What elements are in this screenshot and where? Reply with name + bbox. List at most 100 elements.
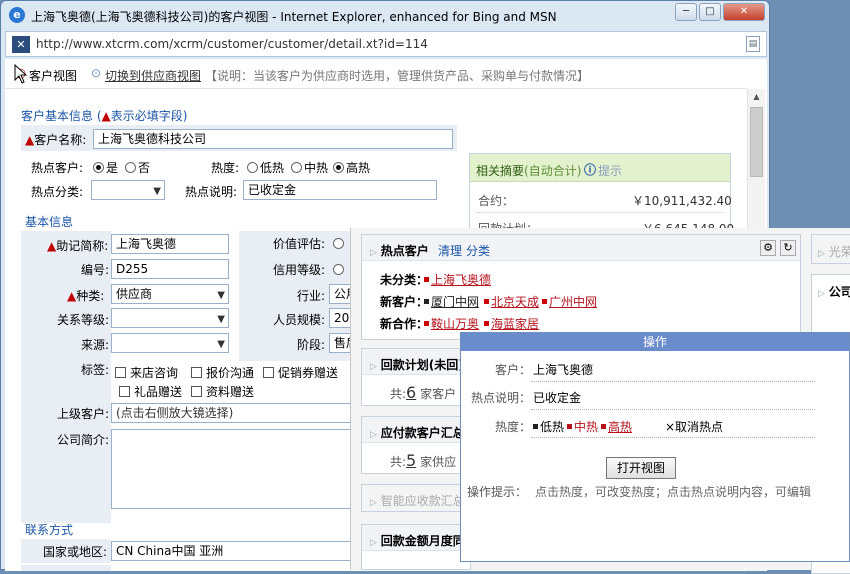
- smart-panel-title: ▷ 智能应收款汇总: [370, 494, 465, 508]
- value-label: 价值评估:: [273, 237, 326, 251]
- abbr-input[interactable]: 上海飞奥德: [111, 234, 229, 254]
- month-panel: ▷ 回款金额月度同: [361, 524, 471, 570]
- compat-view-icon[interactable]: ▤: [746, 36, 760, 52]
- dialog-hint-text: 点击热度，可改变热度；点击热点说明内容，可编辑: [535, 485, 812, 499]
- basic-section-text: 客户基本信息: [21, 109, 94, 123]
- customer-view-label[interactable]: 客户视图: [29, 67, 77, 84]
- staff-label: 人员规模:: [273, 313, 326, 327]
- tag-checkbox-4[interactable]: 礼品赠送: [119, 383, 182, 400]
- type-label: ▲种类:: [67, 289, 105, 303]
- newcust-item-2[interactable]: 北京天成: [484, 293, 539, 310]
- tags-label: 标签:: [81, 363, 110, 377]
- heat-low-radio[interactable]: 低热: [247, 159, 284, 176]
- customer-name-input[interactable]: 上海飞奥德科技公司: [93, 129, 453, 149]
- switch-hint: 【说明：当该客户为供应商时选用，管理供货产品、采购单与付款情况】: [205, 69, 590, 83]
- heat-low-option[interactable]: 低热: [533, 418, 564, 435]
- contract-label: 合约：: [478, 194, 515, 208]
- intro-textarea[interactable]: [111, 429, 363, 509]
- close-button[interactable]: ✕: [723, 3, 765, 21]
- contract-value: ￥10,911,432.40: [632, 194, 732, 208]
- credit-radio[interactable]: [333, 263, 346, 277]
- summary-title: 相关摘要(自动合计): [476, 164, 582, 178]
- minimize-button[interactable]: ─: [675, 3, 697, 21]
- abbr-label: ▲助记简称:: [47, 239, 109, 253]
- scroll-up-icon[interactable]: ▲: [748, 89, 765, 105]
- tip-link[interactable]: 提示: [598, 162, 622, 179]
- heat-label: 热度:: [211, 161, 240, 175]
- dialog-title[interactable]: 操作: [461, 333, 849, 351]
- operation-dialog: 操作 客户： 上海飞奥德 热点说明： 已收定金 热度： 低热 中热 高热 ×取消…: [460, 332, 850, 562]
- tag-checkbox-2[interactable]: 报价沟通: [191, 364, 254, 381]
- payable-panel-title: ▷ 应付款客户汇总: [370, 426, 465, 440]
- tag-checkbox-3[interactable]: 促销券赠送: [263, 364, 338, 381]
- switch-supplier-link[interactable]: 切换到供应商视图: [105, 67, 201, 84]
- payable-panel: ▷ 应付款客户汇总 共:5 家供应: [361, 416, 471, 474]
- cancel-hot-link[interactable]: ×取消热点: [665, 418, 723, 435]
- uncat-item[interactable]: 上海飞奥德: [424, 271, 491, 288]
- tag-checkbox-5[interactable]: 资料赠送: [191, 383, 254, 400]
- url-text[interactable]: http://www.xtcrm.com/xcrm/customer/custo…: [36, 37, 428, 51]
- type-select[interactable]: 供应商 ▼: [111, 284, 229, 304]
- heat-high-option[interactable]: 高热: [601, 418, 632, 435]
- parent-label: 上级客户:: [57, 407, 110, 421]
- dialog-desc-value[interactable]: 已收定金: [533, 389, 581, 406]
- hot-clear-link[interactable]: 清理: [438, 242, 462, 259]
- window-title: 上海飞奥德(上海飞奥德科技公司)的客户视图 - Internet Explore…: [31, 10, 557, 24]
- open-view-button[interactable]: 打开视图: [606, 457, 676, 479]
- hot-category-label: 热点分类:: [31, 185, 84, 199]
- newcust-label: 新客户：: [380, 295, 429, 309]
- info-section-title: 基本信息: [25, 215, 74, 229]
- intro-label: 公司简介:: [57, 433, 110, 447]
- industry-label: 行业:: [297, 289, 326, 303]
- hot-yes-radio[interactable]: 是: [93, 159, 118, 176]
- newcust-item-3[interactable]: 广州中网: [542, 293, 597, 310]
- title-bar[interactable]: e 上海飞奥德(上海飞奥德科技公司)的客户视图 - Internet Explo…: [1, 1, 769, 29]
- mouse-cursor-icon: [14, 64, 28, 84]
- divider-2: [531, 409, 815, 410]
- newcoop-item-2[interactable]: 海蓝家居: [484, 315, 539, 332]
- dialog-customer-value: 上海飞奥德: [533, 363, 594, 377]
- source-select[interactable]: ▼: [111, 333, 229, 353]
- hot-group-link[interactable]: 分类: [466, 242, 490, 259]
- relation-label: 关系等级:: [57, 313, 110, 327]
- right-strip-top-title: ▷ 光荣: [818, 245, 850, 259]
- plan-count-text: 共:6 家客户: [390, 383, 457, 402]
- switch-icon: ⊙: [91, 66, 102, 80]
- plan-panel-title: ▷ 回款计划(未回): [370, 358, 464, 372]
- view-toolbar: ◐ 客户视图 ⊙ 切换到供应商视图 【说明：当该客户为供应商时选用，管理供货产品…: [5, 59, 747, 89]
- heat-mid-radio[interactable]: 中热: [291, 159, 328, 176]
- uncat-label: 未分类：: [380, 273, 429, 287]
- newcoop-label: 新合作：: [380, 317, 429, 331]
- code-label: 编号:: [81, 263, 110, 277]
- country-input[interactable]: CN China中国 亚洲: [111, 541, 363, 561]
- relation-select[interactable]: ▼: [111, 308, 229, 328]
- right-strip-top: ▷ 光荣: [811, 234, 850, 264]
- source-label: 来源:: [81, 338, 110, 352]
- hot-customer-label: 热点客户:: [31, 161, 84, 175]
- newcoop-item-1[interactable]: 鞍山万奥: [424, 315, 479, 332]
- stage-label: 阶段:: [297, 338, 326, 352]
- refresh-icon[interactable]: ↻: [780, 240, 796, 256]
- maximize-button[interactable]: □: [699, 3, 721, 21]
- parent-input[interactable]: (点击右侧放大镜选择): [111, 403, 363, 423]
- heat-mid-option[interactable]: 中热: [567, 418, 598, 435]
- divider-1: [531, 381, 815, 382]
- right-strip-company-title: ▷ 公司: [818, 285, 850, 299]
- newcust-item-1[interactable]: 厦门中网: [424, 293, 479, 310]
- value-radio[interactable]: [333, 237, 346, 251]
- required-hint: (▲表示必填字段): [96, 109, 188, 123]
- scroll-thumb[interactable]: [750, 107, 763, 177]
- hot-category-select[interactable]: ▼: [91, 180, 165, 200]
- site-icon: ✕: [12, 36, 30, 53]
- contact-section-title: 联系方式: [25, 523, 74, 537]
- settings-gear-icon[interactable]: ⚙: [760, 240, 776, 256]
- info-icon: ⓘ: [584, 163, 597, 177]
- hot-panel-title: ▷ 热点客户: [370, 244, 429, 258]
- hot-desc-input[interactable]: 已收定金: [243, 180, 437, 200]
- heat-high-radio[interactable]: 高热: [333, 159, 370, 176]
- address-bar[interactable]: ✕ http://www.xtcrm.com/xcrm/customer/cus…: [5, 31, 767, 57]
- plan-panel: ▷ 回款计划(未回) 共:6 家客户: [361, 348, 471, 406]
- code-input[interactable]: D255: [111, 259, 229, 279]
- hot-no-radio[interactable]: 否: [125, 159, 150, 176]
- tag-checkbox-1[interactable]: 来店咨询: [115, 364, 178, 381]
